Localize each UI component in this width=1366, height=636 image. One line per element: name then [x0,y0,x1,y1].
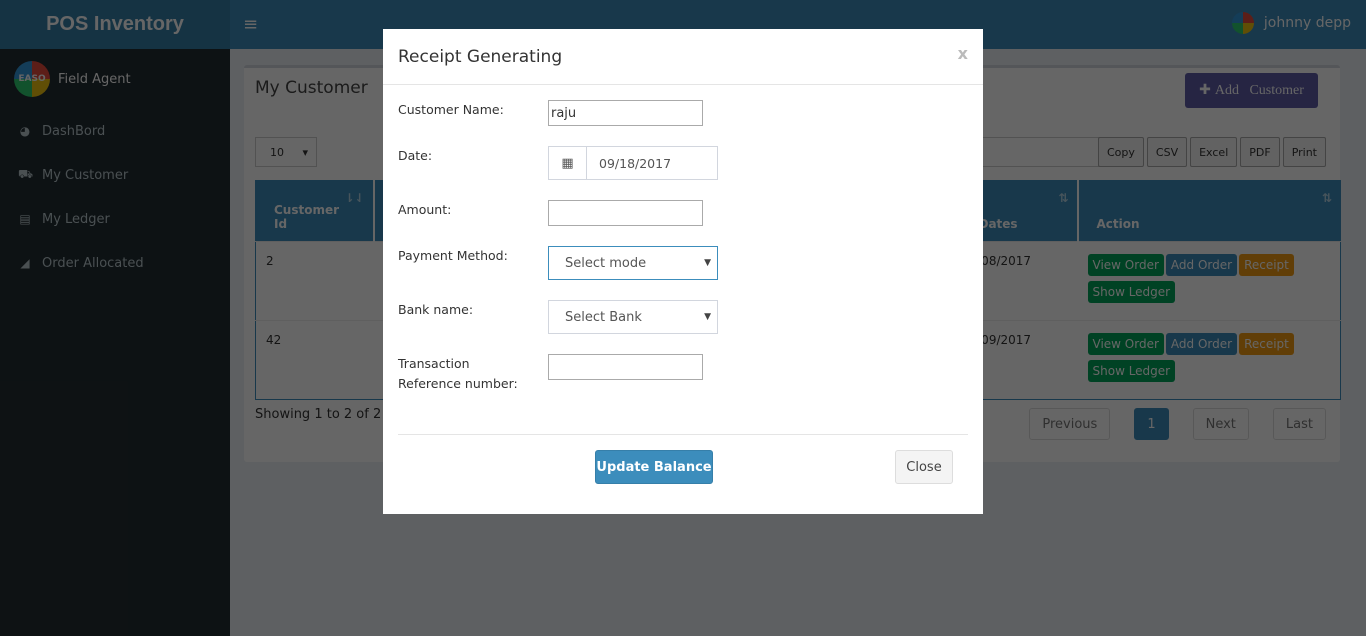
transaction-reference-input[interactable] [548,354,703,380]
modal-header: Receipt Generating x [383,29,983,85]
receipt-modal: Receipt Generating x Customer Name: raju… [383,29,983,514]
date-label: Date: [398,148,433,163]
amount-input[interactable] [548,200,703,226]
transaction-reference-label: Transaction Reference number: [398,356,518,391]
date-picker[interactable]: ▦ 09/18/2017 [548,146,718,180]
caret-down-icon: ▼ [704,258,711,268]
payment-method-select[interactable]: Select mode ▼ [548,246,718,280]
customer-name-label: Customer Name: [398,102,504,117]
calendar-icon[interactable]: ▦ [549,147,587,179]
close-icon[interactable]: x [958,44,968,63]
divider [398,434,968,435]
date-input[interactable]: 09/18/2017 [587,147,671,179]
bank-name-select[interactable]: Select Bank ▼ [548,300,718,334]
update-balance-button[interactable]: Update Balance [595,450,713,484]
close-button[interactable]: Close [895,450,953,484]
bank-name-label: Bank name: [398,302,474,317]
payment-method-label: Payment Method: [398,248,508,263]
caret-down-icon: ▼ [704,312,711,322]
amount-label: Amount: [398,202,452,217]
modal-title: Receipt Generating [398,47,563,67]
customer-name-input[interactable]: raju [548,100,703,126]
